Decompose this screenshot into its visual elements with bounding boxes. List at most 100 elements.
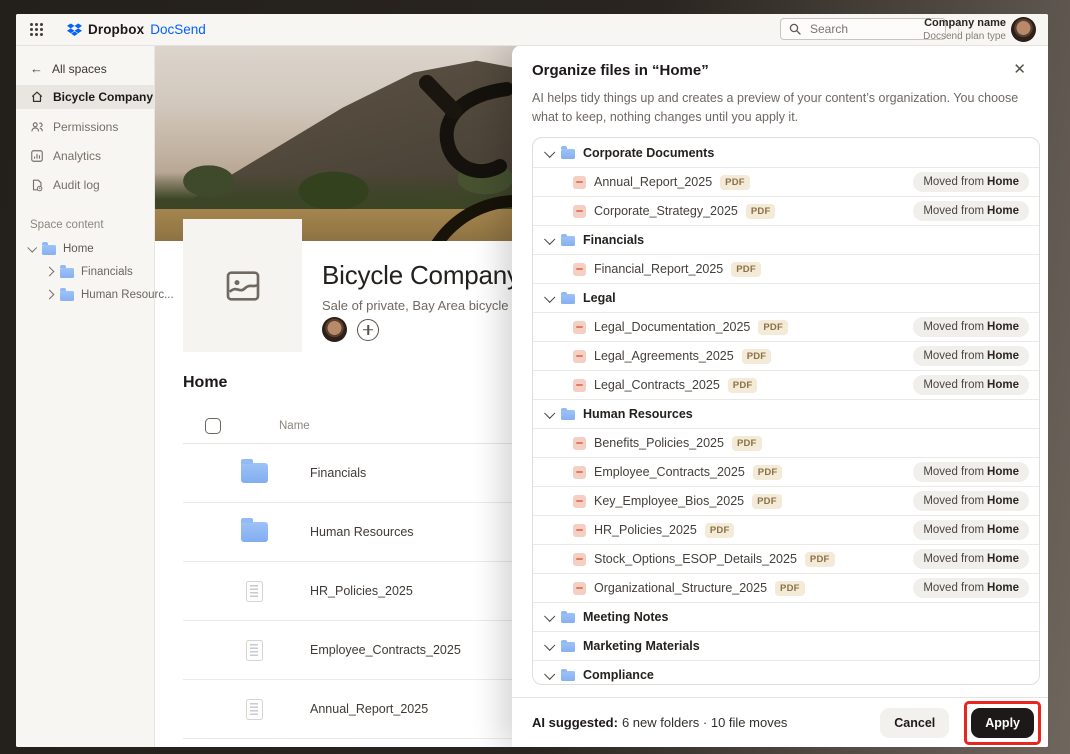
- file-name: HR_Policies_2025: [594, 523, 697, 537]
- sidebar-tree-item[interactable]: Human Resourc...: [16, 283, 154, 306]
- sidebar-item-bicycle-company[interactable]: Bicycle Company: [16, 85, 154, 109]
- select-all-checkbox[interactable]: [205, 418, 221, 434]
- dropbox-logo-icon: [67, 23, 82, 37]
- app-window: Dropbox DocSend Company name Docsend pla…: [16, 14, 1048, 747]
- file-name: Legal_Contracts_2025: [594, 378, 720, 392]
- modal-file-row[interactable]: Stock_Options_ESOP_Details_2025PDFMoved …: [533, 544, 1039, 573]
- chevron-down-icon[interactable]: [27, 243, 37, 253]
- account-info[interactable]: Company name Docsend plan type: [923, 17, 1006, 43]
- pdf-badge: PDF: [705, 523, 735, 538]
- pdf-badge: PDF: [731, 262, 761, 277]
- row-icon-cell: [240, 522, 268, 542]
- modal-folder-row[interactable]: Human Resources: [533, 399, 1039, 428]
- back-to-all-spaces[interactable]: ← All spaces: [30, 61, 142, 76]
- folder-name: Human Resources: [583, 407, 693, 421]
- modal-folder-row[interactable]: Corporate Documents: [533, 138, 1039, 167]
- sidebar-item-permissions[interactable]: Permissions: [16, 114, 154, 139]
- chevron-right-icon[interactable]: [45, 267, 55, 277]
- folder-icon: [241, 522, 268, 542]
- chevron-down-icon[interactable]: [544, 292, 555, 303]
- chevron-down-icon[interactable]: [544, 234, 555, 245]
- file-name: Legal_Agreements_2025: [594, 349, 734, 363]
- folder-name: Corporate Documents: [583, 146, 714, 160]
- modal-folder-row[interactable]: Compliance: [533, 660, 1039, 685]
- modal-folder-row[interactable]: Financials: [533, 225, 1039, 254]
- ai-suggested-summary: AI suggested:6 new folders · 10 file mov…: [532, 715, 787, 730]
- file-name: Key_Employee_Bios_2025: [594, 494, 744, 508]
- document-icon: [246, 640, 263, 661]
- modal-file-row[interactable]: Corporate_Strategy_2025PDFMoved fromHome: [533, 196, 1039, 225]
- moved-from-badge: Moved fromHome: [913, 346, 1029, 366]
- chevron-right-icon[interactable]: [45, 290, 55, 300]
- folder-name: Meeting Notes: [583, 610, 668, 624]
- chevron-down-icon[interactable]: [544, 146, 555, 157]
- sidebar-tree-item[interactable]: Home: [16, 237, 154, 260]
- account-company-name: Company name: [923, 17, 1006, 31]
- folder-icon: [42, 245, 56, 255]
- add-member-button[interactable]: [357, 319, 379, 341]
- space-members: [322, 317, 379, 342]
- modal-folder-row[interactable]: Legal: [533, 283, 1039, 312]
- file-name: Financials: [310, 466, 366, 480]
- moved-from-text: Moved from: [923, 553, 984, 565]
- chevron-down-icon[interactable]: [544, 408, 555, 419]
- cancel-button[interactable]: Cancel: [880, 708, 949, 738]
- modal-folder-row[interactable]: Meeting Notes: [533, 602, 1039, 631]
- close-icon[interactable]: ✕: [1009, 58, 1030, 80]
- file-name: HR_Policies_2025: [310, 584, 413, 598]
- modal-file-row[interactable]: Legal_Agreements_2025PDFMoved fromHome: [533, 341, 1039, 370]
- modal-file-row[interactable]: Employee_Contracts_2025PDFMoved fromHome: [533, 457, 1039, 486]
- pdf-badge: PDF: [775, 581, 805, 596]
- member-avatar[interactable]: [322, 317, 347, 342]
- file-name: Employee_Contracts_2025: [594, 465, 745, 479]
- space-title: Bicycle Company: [322, 260, 520, 291]
- file-name: Human Resources: [310, 525, 414, 539]
- chevron-down-icon[interactable]: [544, 640, 555, 651]
- modal-file-row[interactable]: Financial_Report_2025PDF: [533, 254, 1039, 283]
- sidebar-item-analytics[interactable]: Analytics: [16, 143, 154, 168]
- search-input[interactable]: [808, 21, 932, 37]
- pdf-file-icon: [573, 524, 586, 537]
- search-box[interactable]: [780, 18, 946, 40]
- file-name: Annual_Report_2025: [594, 175, 712, 189]
- modal-file-row[interactable]: HR_Policies_2025PDFMoved fromHome: [533, 515, 1039, 544]
- account-plan-type: Docsend plan type: [923, 31, 1006, 44]
- folder-icon: [561, 236, 575, 246]
- space-image-placeholder[interactable]: [183, 219, 302, 352]
- moved-from-badge: Moved fromHome: [913, 317, 1029, 337]
- sidebar-tree-item[interactable]: Financials: [16, 260, 154, 283]
- modal-footer: AI suggested:6 new folders · 10 file mov…: [512, 697, 1048, 747]
- pdf-badge: PDF: [758, 320, 788, 335]
- modal-folder-row[interactable]: Marketing Materials: [533, 631, 1039, 660]
- sidebar-item-label: Bicycle Company: [53, 90, 153, 104]
- apply-button[interactable]: Apply: [971, 708, 1034, 738]
- modal-file-row[interactable]: Key_Employee_Bios_2025PDFMoved fromHome: [533, 486, 1039, 515]
- apps-grid-icon[interactable]: [30, 23, 43, 36]
- folder-name: Compliance: [583, 668, 654, 682]
- chevron-down-icon[interactable]: [544, 611, 555, 622]
- sidebar-item-audit-log[interactable]: Audit log: [16, 172, 154, 197]
- sidebar: ← All spaces Bicycle Company Permissions: [16, 45, 155, 747]
- search-icon: [789, 23, 801, 35]
- modal-file-row[interactable]: Annual_Report_2025PDFMoved fromHome: [533, 167, 1039, 196]
- chevron-down-icon[interactable]: [544, 669, 555, 680]
- modal-file-row[interactable]: Legal_Documentation_2025PDFMoved fromHom…: [533, 312, 1039, 341]
- file-name: Benefits_Policies_2025: [594, 436, 724, 450]
- back-label: All spaces: [52, 62, 107, 76]
- folder-icon: [60, 291, 74, 301]
- user-avatar[interactable]: [1011, 17, 1036, 42]
- name-column-header: Name: [279, 420, 310, 432]
- suggested-structure-list: Corporate DocumentsAnnual_Report_2025PDF…: [532, 137, 1040, 685]
- file-name: Organizational_Structure_2025: [594, 581, 767, 595]
- sidebar-item-label: Audit log: [53, 178, 100, 192]
- row-icon-cell: [240, 640, 268, 661]
- folder-icon: [60, 268, 74, 278]
- space-content-tree: HomeFinancialsHuman Resourc...: [16, 237, 154, 306]
- moved-from-badge: Moved fromHome: [913, 491, 1029, 511]
- modal-file-row[interactable]: Legal_Contracts_2025PDFMoved fromHome: [533, 370, 1039, 399]
- brand-logo[interactable]: Dropbox DocSend: [67, 22, 206, 37]
- modal-file-row[interactable]: Organizational_Structure_2025PDFMoved fr…: [533, 573, 1039, 602]
- folder-icon: [561, 613, 575, 623]
- modal-file-row[interactable]: Benefits_Policies_2025PDF: [533, 428, 1039, 457]
- moved-from-target: Home: [987, 321, 1019, 333]
